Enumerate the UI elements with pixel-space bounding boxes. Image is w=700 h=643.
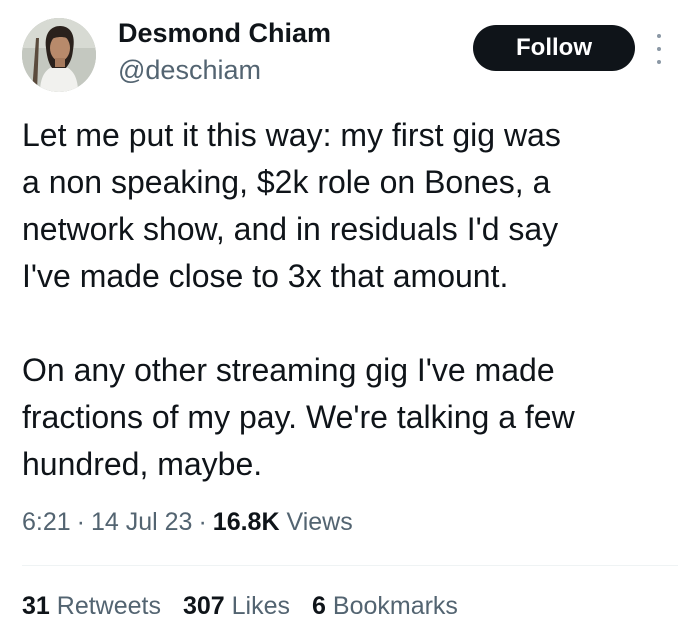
divider (22, 565, 678, 566)
bookmarks-count: 6 (312, 592, 326, 620)
views[interactable]: 16.8K Views (213, 508, 353, 536)
tweet-line: a non speaking, $2k role on Bones, a (22, 164, 551, 200)
tweet-line: fractions of my pay. We're talking a few (22, 399, 575, 435)
more-dot (657, 47, 661, 51)
tweet-time[interactable]: 6:21 (22, 508, 71, 536)
tweet-meta: 6:21 · 14 Jul 23 · 16.8K Views (22, 508, 353, 537)
tweet-paragraph-2: On any other streaming gig I've made fra… (22, 347, 692, 488)
retweets-stat[interactable]: 31 Retweets (22, 592, 161, 621)
more-dot (657, 34, 661, 38)
bookmarks-label: Bookmarks (332, 592, 458, 620)
retweets-count: 31 (22, 592, 50, 620)
likes-label: Likes (231, 592, 291, 620)
avatar[interactable] (22, 18, 96, 92)
meta-separator: · (76, 508, 85, 536)
follow-button[interactable]: Follow (473, 25, 635, 71)
tweet-line: On any other streaming gig I've made (22, 352, 555, 388)
more-vertical-icon[interactable] (651, 34, 667, 64)
likes-stat[interactable]: 307 Likes (183, 592, 290, 621)
bookmarks-stat[interactable]: 6 Bookmarks (312, 592, 458, 621)
retweets-label: Retweets (56, 592, 161, 620)
author-display-name[interactable]: Desmond Chiam (118, 18, 331, 49)
tweet-line: I've made close to 3x that amount. (22, 258, 509, 294)
tweet-stats: 31 Retweets 307 Likes 6 Bookmarks (22, 592, 458, 621)
tweet-header: Desmond Chiam @deschiam Follow (0, 0, 700, 100)
tweet-date[interactable]: 14 Jul 23 (91, 508, 192, 536)
views-count: 16.8K (212, 508, 280, 536)
likes-count: 307 (182, 592, 225, 620)
tweet-line: network show, and in residuals I'd say (22, 211, 559, 247)
avatar-photo-icon (22, 18, 96, 92)
tweet-line: Let me put it this way: my first gig was (22, 117, 561, 153)
more-dot (657, 60, 661, 64)
tweet-text: Let me put it this way: my first gig was… (22, 112, 692, 488)
views-label: Views (286, 508, 353, 536)
meta-separator: · (198, 508, 207, 536)
tweet-line: hundred, maybe. (22, 446, 263, 482)
tweet-paragraph-1: Let me put it this way: my first gig was… (22, 112, 692, 300)
author-handle[interactable]: @deschiam (118, 55, 261, 86)
